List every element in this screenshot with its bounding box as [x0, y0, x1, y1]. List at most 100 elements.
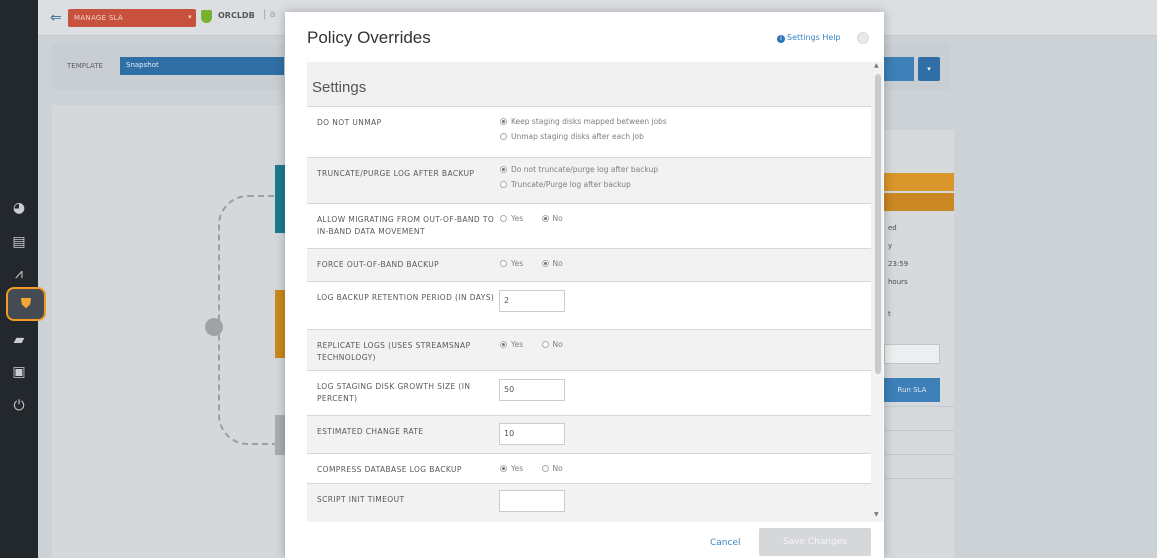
setting-row-script-init-timeout: SCRIPT INIT TIMEOUT	[307, 484, 871, 522]
power-icon[interactable]: ⏻	[9, 396, 29, 416]
radio-group: Yes No	[500, 340, 563, 349]
radio-option[interactable]: Yes	[500, 340, 523, 349]
radio-option[interactable]: No	[541, 214, 563, 223]
estimated-change-rate-input[interactable]: 10	[499, 423, 565, 445]
manage-sla-label: MANAGE SLA	[74, 14, 124, 22]
radio-label: No	[552, 259, 563, 268]
manage-sla-dropdown[interactable]: MANAGE SLA ▾	[68, 9, 196, 27]
cancel-button[interactable]: Cancel	[710, 538, 741, 548]
radio-label: Yes	[511, 464, 524, 473]
left-sidebar: ◕ ▤ ⩘ ⛊ ▰ ▣ ⏻	[0, 0, 46, 558]
summary-row	[884, 430, 954, 452]
shield-icon[interactable]: ⛊	[6, 287, 46, 321]
radio-button[interactable]	[500, 118, 507, 125]
breadcrumb-separator: | a	[263, 9, 276, 20]
radio-button[interactable]	[541, 260, 549, 267]
radio-label: No	[552, 464, 563, 473]
setting-row-replicate-logs: REPLICATE LOGS (USES STREAMSNAP TECHNOLO…	[307, 330, 871, 371]
radio-button[interactable]	[500, 215, 507, 222]
setting-row-log-staging-growth: LOG STAGING DISK GROWTH SIZE (IN PERCENT…	[307, 371, 871, 416]
radio-option[interactable]: Yes	[500, 259, 523, 268]
toolbar-button[interactable]	[884, 57, 914, 81]
template-label: TEMPLATE	[67, 62, 103, 70]
replication-policy-box[interactable]	[275, 290, 285, 358]
monitor-icon[interactable]: ▣	[9, 362, 29, 382]
radio-label: No	[552, 340, 563, 349]
log-retention-input[interactable]: 2	[499, 290, 565, 312]
setting-row-do-not-unmap: DO NOT UNMAP Keep staging disks mapped b…	[307, 107, 871, 158]
radio-button[interactable]	[500, 133, 507, 140]
radio-option[interactable]: No	[541, 340, 563, 349]
radio-button[interactable]	[500, 181, 507, 188]
settings-scroll-area[interactable]: Settings DO NOT UNMAP Keep staging disks…	[307, 62, 873, 522]
setting-label: FORCE OUT-OF-BAND BACKUP	[317, 260, 440, 269]
radio-button[interactable]	[500, 166, 507, 173]
setting-label: DO NOT UNMAP	[317, 118, 382, 127]
setting-label: SCRIPT INIT TIMEOUT	[317, 495, 405, 504]
shield-icon	[201, 10, 212, 23]
radio-button[interactable]	[541, 341, 549, 348]
summary-text: 23:59	[888, 260, 909, 268]
run-sla-button[interactable]: Run SLA	[884, 378, 940, 402]
radio-group: Yes No	[500, 214, 563, 223]
policy-box[interactable]	[275, 415, 285, 455]
radio-button[interactable]	[541, 465, 549, 472]
scrollbar-thumb[interactable]	[875, 74, 881, 374]
script-init-timeout-input[interactable]	[499, 490, 565, 512]
database-icon[interactable]: ▤	[9, 232, 29, 252]
scroll-up-icon[interactable]: ▲	[874, 62, 879, 69]
settings-help-label: Settings Help	[787, 33, 841, 42]
setting-row-allow-migrating: ALLOW MIGRATING FROM OUT-OF-BAND TO IN-B…	[307, 204, 871, 249]
radio-label: Keep staging disks mapped between jobs	[511, 117, 667, 126]
setting-row-force-oob: FORCE OUT-OF-BAND BACKUP Yes No	[307, 249, 871, 282]
settings-table: DO NOT UNMAP Keep staging disks mapped b…	[307, 106, 871, 522]
summary-text: ed	[888, 224, 897, 232]
radio-label: Truncate/Purge log after backup	[511, 180, 631, 189]
summary-row	[884, 454, 954, 476]
workflow-node[interactable]	[205, 318, 223, 336]
toolbar-dropdown-button[interactable]: ▾	[918, 57, 940, 81]
back-arrow-icon[interactable]: ⇐	[50, 10, 62, 26]
setting-row-estimated-change-rate: ESTIMATED CHANGE RATE 10	[307, 416, 871, 454]
radio-label: Yes	[511, 340, 524, 349]
radio-option[interactable]: Keep staging disks mapped between jobs	[500, 117, 667, 126]
radio-label: Yes	[511, 259, 524, 268]
radio-label: No	[552, 214, 563, 223]
summary-text: t	[888, 310, 891, 318]
dashboard-icon[interactable]: ◕	[9, 198, 29, 218]
summary-subheader	[884, 193, 954, 211]
template-select[interactable]: Snapshot	[120, 57, 284, 75]
help-toggle-icon[interactable]	[857, 32, 869, 44]
radio-label: Yes	[511, 214, 524, 223]
summary-header	[884, 173, 954, 191]
radio-button[interactable]	[500, 260, 507, 267]
settings-help-link[interactable]: i Settings Help	[777, 33, 841, 43]
radio-group: Yes No	[500, 259, 563, 268]
database-name: ORCLDB	[218, 11, 255, 20]
modal-title: Policy Overrides	[307, 28, 431, 47]
save-changes-button[interactable]: Save Changes	[759, 528, 871, 556]
radio-option[interactable]: Unmap staging disks after each job	[500, 132, 644, 141]
log-staging-growth-input[interactable]: 50	[499, 379, 565, 401]
radio-option[interactable]: Yes	[500, 464, 523, 473]
setting-label: COMPRESS DATABASE LOG BACKUP	[317, 465, 462, 474]
setting-row-log-retention: LOG BACKUP RETENTION PERIOD (IN DAYS) 2	[307, 282, 871, 330]
radio-label: Do not truncate/purge log after backup	[511, 165, 659, 174]
radio-option[interactable]: No	[541, 464, 563, 473]
setting-row-compress-log-backup: COMPRESS DATABASE LOG BACKUP Yes No	[307, 454, 871, 484]
summary-input[interactable]	[884, 344, 940, 364]
setting-label: REPLICATE LOGS (USES STREAMSNAP TECHNOLO…	[317, 341, 471, 362]
radio-button[interactable]	[541, 215, 549, 222]
scroll-down-icon[interactable]: ▼	[874, 511, 879, 518]
setting-row-truncate-log: TRUNCATE/PURGE LOG AFTER BACKUP Do not t…	[307, 158, 871, 204]
radio-option[interactable]: No	[541, 259, 563, 268]
snapshot-policy-box[interactable]	[275, 165, 285, 233]
radio-option[interactable]: Yes	[500, 214, 523, 223]
summary-row	[884, 406, 954, 428]
book-icon[interactable]: ▰	[9, 330, 29, 350]
analytics-icon[interactable]: ⩘	[9, 264, 29, 284]
radio-option[interactable]: Do not truncate/purge log after backup	[500, 165, 658, 174]
radio-button[interactable]	[500, 341, 507, 348]
radio-option[interactable]: Truncate/Purge log after backup	[500, 180, 631, 189]
radio-button[interactable]	[500, 465, 507, 472]
